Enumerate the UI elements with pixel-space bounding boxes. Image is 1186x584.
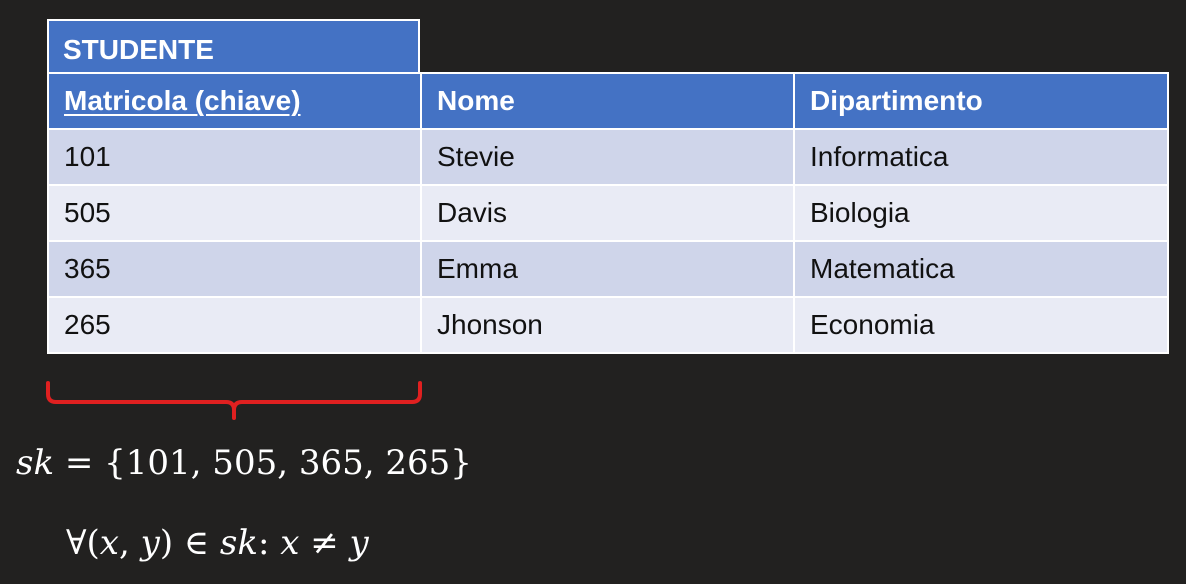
var-y: y bbox=[349, 523, 369, 563]
uniqueness-formula: ∀(x, y) ∈ sk: x ≠ y bbox=[66, 523, 369, 563]
student-table-container: Matricola (chiave) Nome Dipartimento 101… bbox=[47, 72, 1169, 354]
curly-brace bbox=[46, 381, 422, 420]
slide: STUDENTE Matricola (chiave) Nome Diparti… bbox=[0, 0, 1186, 584]
cell-matricola: 365 bbox=[47, 240, 422, 298]
var-x: x bbox=[280, 523, 300, 563]
student-table: Matricola (chiave) Nome Dipartimento 101… bbox=[47, 72, 1169, 354]
sk-symbol: sk bbox=[219, 523, 258, 563]
cell-dipartimento: Matematica bbox=[793, 240, 1169, 298]
sk-symbol: sk bbox=[16, 443, 55, 483]
table-row: 365 Emma Matematica bbox=[47, 240, 1169, 298]
header-dipartimento: Dipartimento bbox=[793, 72, 1169, 130]
cell-matricola: 265 bbox=[47, 296, 422, 354]
cell-matricola: 101 bbox=[47, 128, 422, 186]
in-symbol: ) ∈ bbox=[159, 523, 220, 563]
table-row: 101 Stevie Informatica bbox=[47, 128, 1169, 186]
superkey-formula: sk = {101, 505, 365, 265} bbox=[16, 443, 472, 483]
table-title: STUDENTE bbox=[47, 19, 420, 72]
header-matricola: Matricola (chiave) bbox=[47, 72, 422, 130]
cell-dipartimento: Biologia bbox=[793, 184, 1169, 242]
neq-symbol: ≠ bbox=[299, 523, 350, 563]
cell-nome: Jhonson bbox=[420, 296, 795, 354]
cell-nome: Davis bbox=[420, 184, 795, 242]
table-row: 505 Davis Biologia bbox=[47, 184, 1169, 242]
table-header-row: Matricola (chiave) Nome Dipartimento bbox=[47, 72, 1169, 130]
header-nome: Nome bbox=[420, 72, 795, 130]
cell-dipartimento: Economia bbox=[793, 296, 1169, 354]
sk-set: = {101, 505, 365, 265} bbox=[54, 443, 472, 483]
cell-matricola: 505 bbox=[47, 184, 422, 242]
table-row: 265 Jhonson Economia bbox=[47, 296, 1169, 354]
colon: : bbox=[257, 523, 281, 563]
comma: , bbox=[118, 523, 141, 563]
cell-dipartimento: Informatica bbox=[793, 128, 1169, 186]
cell-nome: Emma bbox=[420, 240, 795, 298]
var-x: x bbox=[99, 523, 119, 563]
forall-symbol: ∀( bbox=[66, 523, 100, 563]
cell-nome: Stevie bbox=[420, 128, 795, 186]
var-y: y bbox=[140, 523, 160, 563]
